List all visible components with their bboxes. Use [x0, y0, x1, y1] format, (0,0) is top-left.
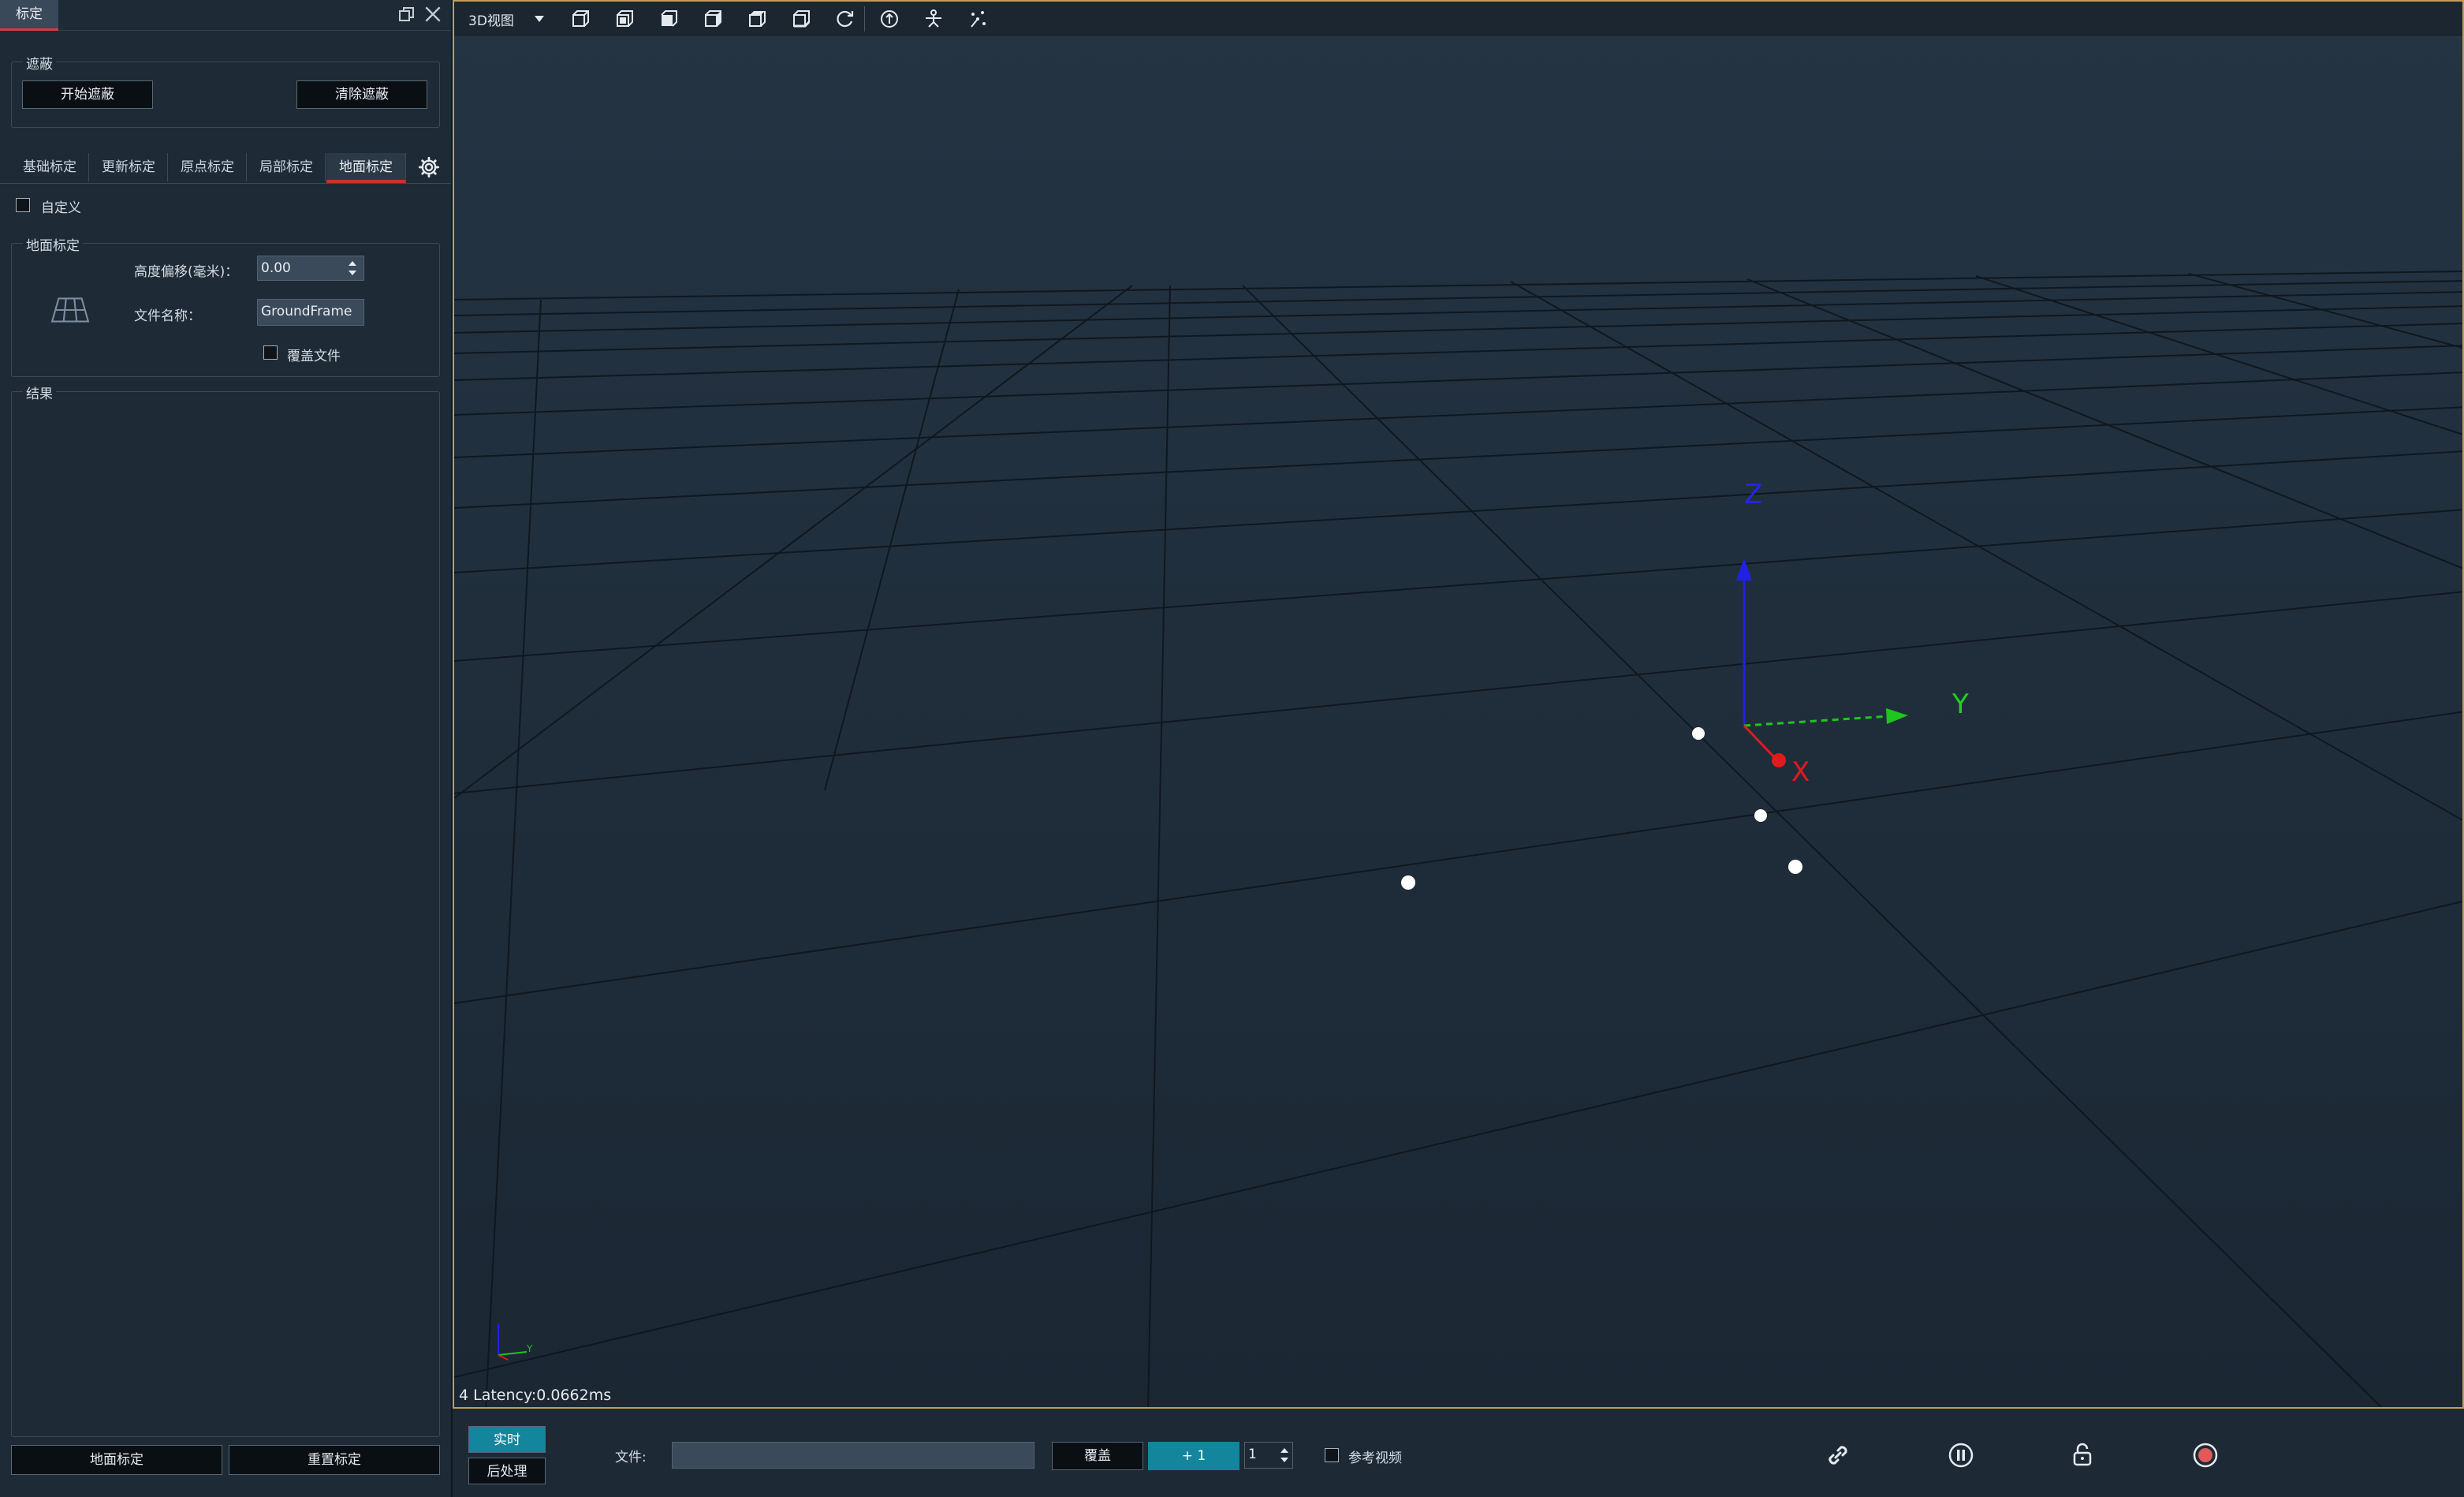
tab-ground-calibration[interactable]: 地面标定 — [326, 153, 406, 183]
view-mode-label[interactable]: 3D视图 — [468, 9, 514, 29]
file-path-input[interactable] — [672, 1442, 1034, 1469]
file-name-input[interactable]: GroundFrame — [257, 299, 364, 326]
tab-bar-underline — [0, 183, 451, 184]
postprocess-button[interactable]: 后处理 — [468, 1458, 546, 1484]
view-top-icon[interactable] — [746, 8, 768, 30]
view-back-icon[interactable] — [613, 8, 636, 30]
view-left-icon[interactable] — [658, 8, 680, 30]
scene-canvas[interactable]: Z Y X Y — [454, 2, 2464, 1409]
settings-gear-icon[interactable] — [418, 156, 440, 178]
ground-grid-icon — [50, 297, 90, 323]
mini-axis-y-label: Y — [526, 1343, 533, 1354]
occlusion-group-legend: 遮蔽 — [23, 53, 56, 73]
record-icon[interactable] — [2192, 1442, 2219, 1469]
reset-view-icon[interactable] — [834, 8, 856, 30]
height-offset-label: 高度偏移(毫米)： — [134, 264, 239, 280]
start-occlusion-button[interactable]: 开始遮蔽 — [22, 80, 153, 109]
float-window-icon[interactable] — [397, 5, 416, 24]
playback-bar: 实时 后处理 文件: 覆盖 + 1 1 参考视频 — [453, 1409, 2464, 1497]
view-right-icon[interactable] — [702, 8, 724, 30]
reference-video-checkbox[interactable] — [1325, 1448, 1339, 1462]
counter-spin-icon[interactable] — [1279, 1445, 1290, 1465]
tab-update-calibration[interactable]: 更新标定 — [90, 153, 168, 181]
overwrite-file-checkbox[interactable] — [263, 345, 278, 360]
reset-calibration-button[interactable]: 重置标定 — [229, 1445, 440, 1475]
realtime-button[interactable]: 实时 — [468, 1426, 546, 1453]
z-axis-label: Z — [1744, 479, 1762, 510]
markers-icon[interactable] — [967, 8, 989, 30]
view-bottom-icon[interactable] — [790, 8, 812, 30]
reference-video-label: 参考视频 — [1348, 1450, 1402, 1466]
axis-info-icon[interactable] — [878, 8, 900, 30]
link-icon[interactable] — [1825, 1442, 1851, 1469]
spin-up-down-icon[interactable] — [347, 258, 358, 278]
pause-icon[interactable] — [1948, 1442, 1974, 1469]
dock-title-bar: 标定 — [0, 0, 451, 31]
overwrite-button[interactable]: 覆盖 — [1052, 1442, 1143, 1470]
tab-basic-calibration[interactable]: 基础标定 — [11, 153, 89, 181]
x-axis-label: X — [1791, 756, 1810, 788]
results-legend: 结果 — [23, 383, 56, 402]
clear-occlusion-button[interactable]: 清除遮蔽 — [296, 80, 427, 109]
file-label: 文件: — [615, 1450, 647, 1465]
tab-local-calibration[interactable]: 局部标定 — [248, 153, 326, 181]
overwrite-file-label: 覆盖文件 — [287, 349, 341, 364]
unlock-icon[interactable] — [2069, 1440, 2096, 1469]
file-name-label: 文件名称： — [134, 308, 201, 324]
tab-origin-calibration[interactable]: 原点标定 — [169, 153, 247, 181]
y-axis-label: Y — [1951, 689, 1969, 720]
toolbar-separator — [864, 6, 865, 32]
latency-readout: 4 Latency:0.0662ms — [459, 1387, 612, 1404]
ground-calibrate-button[interactable]: 地面标定 — [11, 1445, 222, 1475]
custom-checkbox[interactable] — [16, 198, 30, 212]
calibration-dock: 标定 遮蔽 开始遮蔽 清除遮蔽 基础标定 更新标定 原点标定 局部标定 地面标定… — [0, 0, 453, 1497]
3d-viewport[interactable]: Z Y X Y 3D视图 4 Latency:0.0662ms — [453, 0, 2464, 1409]
plus-one-button[interactable]: + 1 — [1148, 1442, 1239, 1470]
results-group: 结果 — [11, 383, 440, 1437]
close-icon[interactable] — [423, 4, 443, 24]
dock-tab-calibration[interactable]: 标定 — [0, 0, 58, 31]
viewport-toolbar: 3D视图 — [454, 2, 2462, 37]
view-front-icon[interactable] — [569, 8, 591, 30]
chevron-down-icon[interactable] — [531, 13, 547, 25]
custom-label: 自定义 — [41, 200, 81, 216]
ground-calibration-legend: 地面标定 — [23, 234, 83, 254]
skeleton-icon[interactable] — [923, 8, 945, 30]
